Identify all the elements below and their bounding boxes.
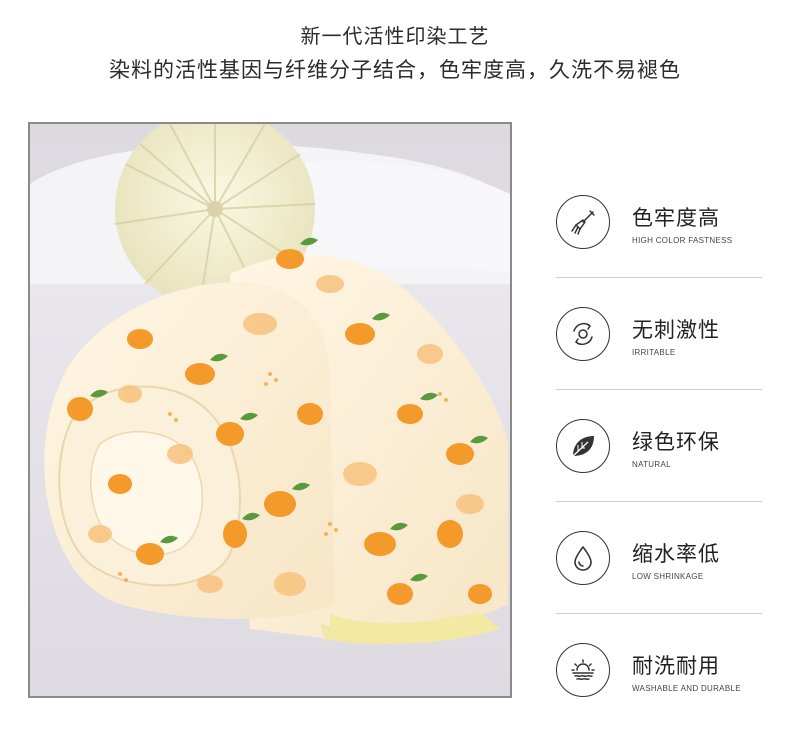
leaf-icon [556, 419, 610, 473]
feature-subtitle: HIGH COLOR FASTNESS [632, 236, 733, 245]
feature-title: 耐洗耐用 [632, 654, 720, 678]
feature-title: 缩水率低 [632, 542, 720, 566]
feature-subtitle: NATURAL [632, 460, 671, 469]
feature-eco-friendly: 绿色环保 NATURAL [556, 414, 762, 526]
feature-subtitle: IRRITABLE [632, 348, 676, 357]
divider [556, 389, 762, 390]
feature-subtitle: LOW SHRINKAGE [632, 572, 704, 581]
feature-list: 色牢度高 HIGH COLOR FASTNESS 无刺激性 IRRITABLE [556, 190, 762, 750]
feature-washable-durable: 耐洗耐用 WASHABLE AND DURABLE [556, 638, 762, 750]
circular-arrows-icon [556, 307, 610, 361]
product-photo [28, 122, 512, 698]
headline-line-1: 新一代活性印染工艺 [300, 24, 490, 48]
feature-title: 绿色环保 [632, 430, 720, 454]
sun-waves-icon [556, 643, 610, 697]
quilt-illustration [30, 124, 510, 696]
feature-color-fastness: 色牢度高 HIGH COLOR FASTNESS [556, 190, 762, 302]
paintbrush-icon [556, 195, 610, 249]
headline-line-2: 染料的活性基因与纤维分子结合，色牢度高，久洗不易褪色 [109, 58, 681, 82]
feature-non-irritating: 无刺激性 IRRITABLE [556, 302, 762, 414]
feature-title: 色牢度高 [632, 206, 720, 230]
divider [556, 501, 762, 502]
feature-low-shrinkage: 缩水率低 LOW SHRINKAGE [556, 526, 762, 638]
divider [556, 277, 762, 278]
feature-title: 无刺激性 [632, 318, 720, 342]
water-drop-icon [556, 531, 610, 585]
feature-subtitle: WASHABLE AND DURABLE [632, 684, 741, 693]
divider [556, 613, 762, 614]
